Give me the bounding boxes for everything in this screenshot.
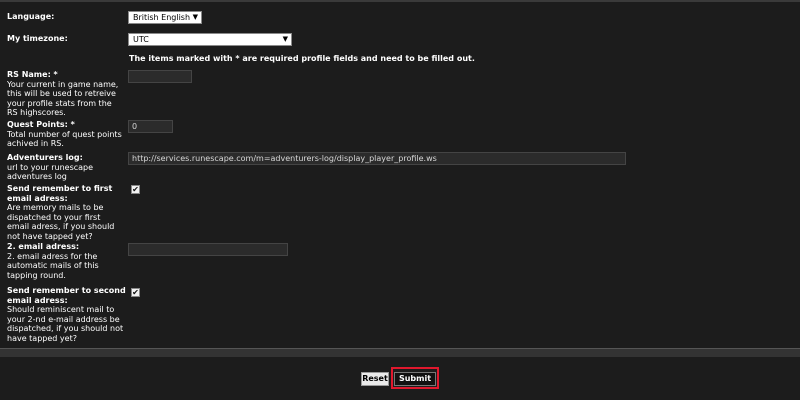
rs-name-label: RS Name: * Your current in game name, th… — [7, 70, 119, 117]
timezone-label: My timezone: — [7, 34, 68, 43]
chevron-down-icon: ▼ — [192, 13, 198, 21]
profile-form: Language: British English ▼ My timezone:… — [0, 2, 800, 346]
submit-highlight-box — [391, 367, 439, 389]
first-email-reminder-label: Send remember to first email adress: Are… — [7, 184, 115, 241]
quest-points-input[interactable]: 0 — [128, 120, 173, 133]
second-email-reminder-checkbox[interactable]: ✔ — [131, 288, 140, 297]
adventurers-log-label: Adventurers log: url to your runescape a… — [7, 153, 94, 181]
language-select[interactable]: British English ▼ — [128, 11, 202, 24]
chevron-down-icon: ▼ — [282, 35, 288, 43]
language-label: Language: — [7, 12, 55, 21]
required-fields-note: The items marked with * are required pro… — [129, 54, 475, 63]
rs-name-input[interactable] — [128, 70, 192, 83]
timezone-select[interactable]: UTC ▼ — [128, 33, 292, 46]
second-email-reminder-label: Send remember to second email adress: Sh… — [7, 286, 126, 343]
timezone-select-value: UTC — [133, 35, 149, 44]
second-email-address-label: 2. email adress: 2. email adress for the… — [7, 242, 99, 280]
footer-divider — [0, 348, 800, 357]
profile-settings-page: Language: British English ▼ My timezone:… — [0, 0, 800, 400]
first-email-reminder-checkbox[interactable]: ✔ — [131, 185, 140, 194]
reset-button[interactable]: Reset — [361, 372, 389, 386]
second-email-address-input[interactable] — [128, 243, 288, 256]
adventurers-log-input[interactable]: http://services.runescape.com/m=adventur… — [128, 152, 626, 165]
quest-points-label: Quest Points: * Total number of quest po… — [7, 120, 122, 148]
language-select-value: British English — [133, 13, 191, 22]
